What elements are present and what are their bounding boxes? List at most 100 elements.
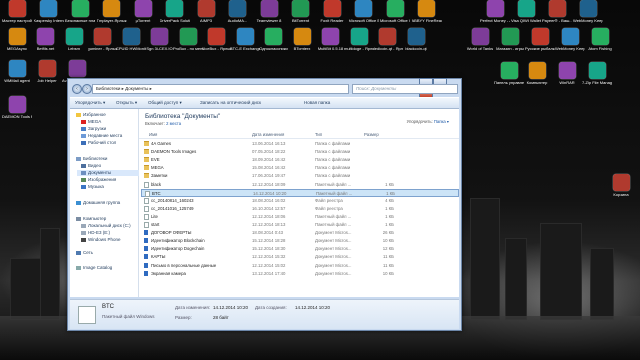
desktop-icon[interactable]: guminer - Ярлык (88, 28, 118, 51)
nav-recent[interactable]: Недавние места (81, 133, 122, 139)
file-row[interactable]: ДОГОВОР ОФЕРТЫ 18.08.2014 0:43 Документ Mi… (141, 229, 457, 236)
file-row[interactable]: DAEMON Tools Images 07.05.2014 18:22 Папка… (141, 148, 457, 155)
nav-homegroup[interactable]: Домашняя группа (76, 200, 120, 206)
desktop-icon[interactable]: BTC-E Exchange (230, 28, 260, 51)
desktop-icon[interactable]: Панель управления (494, 62, 524, 85)
desktop-icon[interactable]: Tmplayer-Ярлык (97, 0, 127, 23)
file-row[interactable]: Идентификатор Blockchain 15.12.2014 18:28… (141, 237, 457, 244)
column-name[interactable]: Имя (149, 131, 157, 138)
file-row[interactable]: cc_20140814_160243 18.08.2014 16:02 Файл р… (141, 197, 457, 204)
desktop-icon[interactable]: µTorrent (128, 0, 158, 23)
desktop-icon[interactable]: Компьютер (522, 62, 552, 85)
file-row[interactable]: Идентификатор Dogechain 15.12.2014 18:30 Д… (141, 245, 457, 252)
desktop-icon[interactable]: Мастер настройки (2, 0, 32, 23)
share-menu[interactable]: Общий доступ ▾ (148, 98, 182, 108)
desktop-icon[interactable]: dedicoin-qt - Ярлык (373, 28, 403, 51)
desktop-icon[interactable]: CPUID HWMonitor (116, 28, 146, 51)
file-row[interactable]: Письмо в персональные данные 12.12.2014 1… (141, 262, 457, 269)
nav-favorites[interactable]: Избранное (76, 112, 106, 118)
file-row[interactable]: BTC 14.12.2014 10:20 Пакетный файл ... 1 КБ (141, 188, 459, 197)
desktop-icon[interactable]: BitTorrent (286, 0, 316, 23)
desktop-icon[interactable]: Perfect Money - Ак... (480, 0, 510, 23)
file-row[interactable]: Lite 12.12.2014 18:06 Пакетный файл ... 1 К… (141, 213, 457, 220)
desktop-icon[interactable]: BTcmterx (287, 28, 317, 51)
arrange-menu[interactable]: Упорядочить ▾ (75, 98, 105, 108)
desktop-icon[interactable]: DriverPack Solution (160, 0, 190, 23)
desktop-icon[interactable]: Microsoft Office Exc... (349, 0, 379, 23)
column-type[interactable]: Тип (315, 131, 322, 138)
desktop-icon[interactable]: WebMoney Keeper W... (573, 0, 603, 23)
desktop-icon[interactable]: Магазин - игры (495, 28, 525, 51)
file-size: 11 КБ (383, 254, 394, 260)
desktop-icon[interactable]: WMMail agent (2, 60, 32, 83)
desktop-icon[interactable]: Payeer® - Ваш... (542, 0, 572, 23)
nav-pictures[interactable]: Изображения (81, 177, 116, 183)
desktop-icon[interactable]: DAEMON Tools Pro (2, 96, 32, 119)
desktop-icon[interactable]: MEGAsync (2, 28, 32, 51)
desktop-icon[interactable]: MultiBit 0.5.18 (316, 28, 346, 51)
desktop-icon[interactable]: AIMP3 (191, 0, 221, 23)
desktop-icon[interactable]: Lebsm (59, 28, 89, 51)
nav-local-c[interactable]: Локальный диск (C:) (81, 223, 131, 229)
file-row[interactable]: start 12.12.2014 18:13 Пакетный файл ... 1 … (141, 221, 457, 228)
address-bar[interactable]: Библиотеки ▸ Документы ▸ (92, 84, 349, 94)
file-type: Документ Micros... (315, 270, 352, 276)
new-folder-button[interactable]: Новая папка (304, 98, 330, 108)
file-row[interactable]: Экранная камера 13.12.2014 17:40 Документ … (141, 270, 457, 277)
desktop-icon[interactable]: multidoge - Ярлык (344, 28, 374, 51)
desktop-icon[interactable]: Русские рыбалка (525, 28, 555, 51)
forward-button[interactable]: › (82, 84, 92, 94)
word-document-icon (144, 246, 148, 252)
desktop-icon[interactable]: blackcoin-qt (401, 28, 431, 51)
desktop-icon[interactable]: Корзина (606, 174, 636, 197)
nav-documents[interactable]: Документы (77, 170, 141, 176)
folder-icon (144, 149, 149, 155)
app-icon (208, 28, 225, 45)
nav-image-catalog[interactable]: Image Catalog (76, 265, 112, 271)
desktop-icon[interactable]: World of Tanks (465, 28, 495, 51)
file-row[interactable]: 4A Games 13.06.2014 16:13 Папка с файлами (141, 140, 457, 147)
burn-button[interactable]: Записать на оптический диск (200, 98, 261, 108)
nav-computer[interactable]: Компьютер (76, 216, 106, 222)
nav-downloads[interactable]: Загрузки (81, 126, 106, 132)
desktop-icon[interactable]: Job Helper (32, 60, 62, 83)
desktop-icon[interactable]: Одноклассники (259, 28, 289, 51)
desktop-icon[interactable]: Visa QIWI Wallet (511, 0, 541, 23)
file-row[interactable]: cc_20141016_125749 16.10.2014 12:57 Файл р… (141, 205, 457, 212)
desktop-icon[interactable]: Sgn 3i-CEX.IO (145, 28, 175, 51)
file-row[interactable]: black 12.12.2014 18:09 Пакетный файл ... 1 … (141, 181, 457, 188)
desktop-icon[interactable]: AudioMA... (223, 0, 253, 23)
desktop-icon[interactable]: Betfils.net (31, 28, 61, 51)
nav-windows-phone[interactable]: Windows Phone (81, 237, 121, 243)
search-input[interactable]: Поиск: Документы (352, 84, 458, 94)
desktop-icon[interactable]: ABBYY FineReader (412, 0, 442, 23)
column-size[interactable]: Размер (364, 131, 379, 138)
desktop-icon[interactable]: Kaspersky Internet... (34, 0, 64, 23)
nav-music[interactable]: Музыка (81, 184, 104, 190)
column-date[interactable]: Дата изменения (252, 131, 284, 138)
desktop-icon[interactable]: WinRAR (552, 62, 582, 85)
arrange-by-dropdown[interactable]: Папка ▾ (434, 119, 449, 124)
desktop-icon[interactable]: Foxit Reader (317, 0, 347, 23)
file-row[interactable]: КАРТЫ 12.12.2014 15:32 Документ Micros... 1… (141, 253, 457, 260)
desktop-icon[interactable]: WebMoney Keeper W... (555, 28, 585, 51)
file-row[interactable]: Заметки 17.06.2014 19:47 Папка с файлами (141, 172, 457, 179)
back-button[interactable]: ‹ (72, 84, 82, 94)
nav-network[interactable]: Сеть (76, 250, 93, 256)
desktop-icon[interactable]: Teamviewer 8 (254, 0, 284, 23)
desktop-icon[interactable]: 7-Zip File Manager (582, 62, 612, 85)
nav-mega[interactable]: MEGA (81, 119, 101, 125)
desktop-icon[interactable]: ProBux - по меню (173, 28, 203, 51)
desktop-icon[interactable]: Microsoft Office Wo... (380, 0, 410, 23)
desktop-icon[interactable]: NiceBux - Ярлык (202, 28, 232, 51)
desktop-icon[interactable]: Безопасные платежи (65, 0, 95, 23)
nav-desktop[interactable]: Рабочий стол (81, 140, 116, 146)
file-row[interactable]: MEGA 15.08.2014 16:42 Папка с файлами (141, 164, 457, 171)
desktop-icon[interactable]: Atom Fishing (585, 28, 615, 51)
nav-hd-e[interactable]: HD-E3 (E:) (81, 230, 110, 236)
nav-video[interactable]: Видео (81, 163, 101, 169)
nav-libraries[interactable]: Библиотеки (76, 156, 107, 162)
file-row[interactable]: EVE 18.09.2014 16:42 Папка с файлами (141, 156, 457, 163)
open-menu[interactable]: Открыть ▾ (116, 98, 137, 108)
library-includes-link[interactable]: 2 места (166, 121, 181, 126)
